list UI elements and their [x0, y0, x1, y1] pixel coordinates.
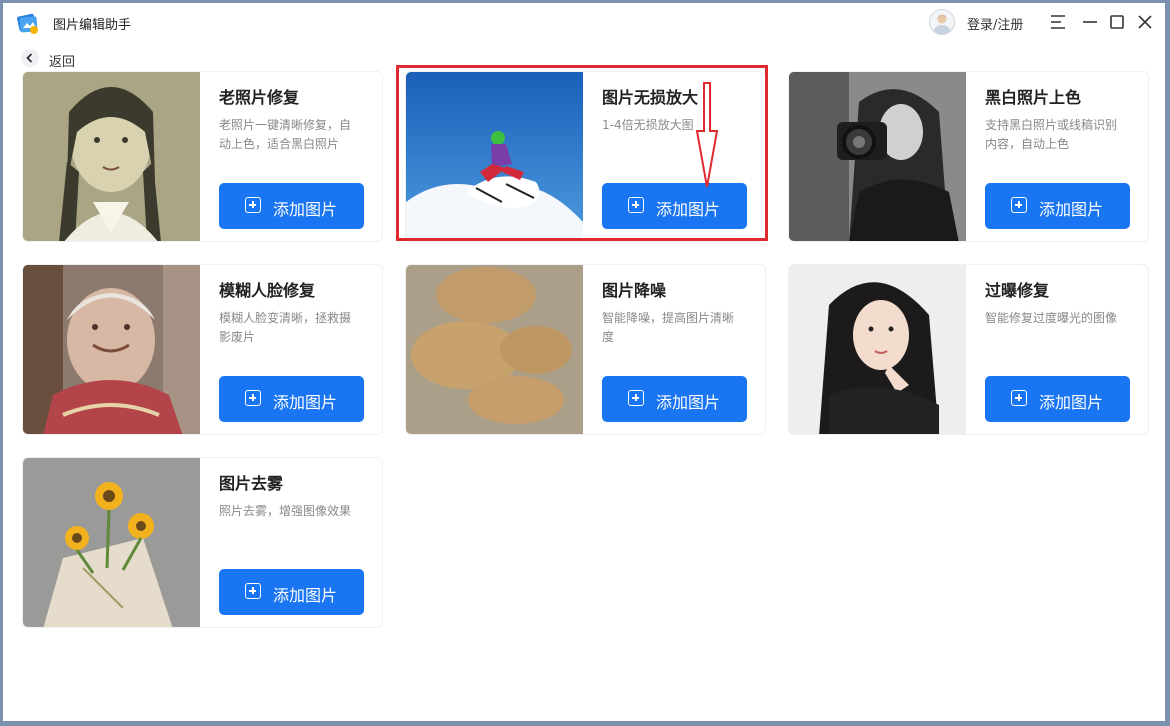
card-overexposure-repair: 过曝修复 智能修复过度曝光的图像 添加图片: [788, 264, 1149, 435]
card-bw-colorize: 黑白照片上色 支持黑白照片或线稿识别内容，自动上色 添加图片: [788, 71, 1149, 242]
back-label: 返回: [49, 55, 76, 70]
plus-square-icon: [1011, 197, 1027, 213]
app-logo-icon: [15, 10, 41, 36]
add-image-button[interactable]: 添加图片: [219, 376, 364, 422]
chevron-left-icon: [21, 49, 39, 67]
add-image-button[interactable]: 添加图片: [602, 376, 747, 422]
plus-square-icon: [1011, 390, 1027, 406]
card-description: 模糊人脸变清晰，拯救摄影废片: [219, 311, 352, 344]
card-title: 过曝修复: [985, 281, 1050, 300]
card-old-photo-repair: 老照片修复 老照片一键清晰修复，自动上色，适合黑白照片 添加图片: [22, 71, 383, 242]
sunflower-thumbnail: [23, 458, 200, 627]
add-image-button[interactable]: 添加图片: [219, 569, 364, 615]
plus-square-icon: [245, 197, 261, 213]
add-image-label: 添加图片: [1039, 395, 1104, 412]
app-title: 图片编辑助手: [53, 18, 132, 33]
minimize-icon[interactable]: [1079, 11, 1101, 33]
add-image-button[interactable]: 添加图片: [219, 183, 364, 229]
old-photo-thumbnail: [23, 72, 200, 241]
woman-portrait-thumbnail: [789, 265, 966, 434]
plus-square-icon: [628, 197, 644, 213]
add-image-button[interactable]: 添加图片: [985, 183, 1130, 229]
add-image-button[interactable]: 添加图片: [602, 183, 747, 229]
card-title: 老照片修复: [219, 88, 300, 107]
add-image-label: 添加图片: [273, 395, 338, 412]
skier-thumbnail: [406, 72, 583, 241]
card-title: 图片去雾: [219, 474, 284, 493]
photographer-thumbnail: [789, 72, 966, 241]
card-description: 智能降噪，提高图片清晰度: [602, 311, 735, 344]
old-woman-thumbnail: [23, 265, 200, 434]
maximize-icon[interactable]: [1106, 11, 1128, 33]
plus-square-icon: [245, 390, 261, 406]
title-bar: 图片编辑助手 登录/注册: [3, 3, 1165, 41]
app-window: 图片编辑助手 登录/注册 返回 老照片修复 老照片一键清晰修复，自动上色，适合黑…: [3, 3, 1165, 721]
card-lossless-upscale: 图片无损放大 1-4倍无损放大图 添加图片: [405, 71, 766, 242]
card-description: 老照片一键清晰修复，自动上色，适合黑白照片: [219, 118, 352, 151]
card-description: 智能修复过度曝光的图像: [985, 311, 1118, 325]
card-title: 模糊人脸修复: [219, 281, 316, 300]
card-blurry-face-repair: 模糊人脸修复 模糊人脸变清晰，拯救摄影废片 添加图片: [22, 264, 383, 435]
card-denoise: 图片降噪 智能降噪，提高图片清晰度 添加图片: [405, 264, 766, 435]
add-image-label: 添加图片: [656, 395, 721, 412]
menu-icon[interactable]: [1047, 11, 1069, 33]
card-description: 支持黑白照片或线稿识别内容，自动上色: [985, 118, 1118, 151]
card-description: 照片去雾，增强图像效果: [219, 504, 352, 518]
noisy-bread-thumbnail: [406, 265, 583, 434]
add-image-label: 添加图片: [656, 202, 721, 219]
plus-square-icon: [245, 583, 261, 599]
add-image-button[interactable]: 添加图片: [985, 376, 1130, 422]
close-icon[interactable]: [1134, 11, 1156, 33]
add-image-label: 添加图片: [1039, 202, 1104, 219]
card-title: 黑白照片上色: [985, 88, 1082, 107]
user-avatar-icon[interactable]: [929, 9, 955, 35]
plus-square-icon: [628, 390, 644, 406]
card-description: 1-4倍无损放大图: [602, 118, 694, 132]
card-title: 图片降噪: [602, 281, 667, 300]
login-register-link[interactable]: 登录/注册: [967, 14, 1023, 33]
add-image-label: 添加图片: [273, 202, 338, 219]
card-title: 图片无损放大: [602, 88, 699, 107]
add-image-label: 添加图片: [273, 588, 338, 605]
card-dehaze: 图片去雾 照片去雾，增强图像效果 添加图片: [22, 457, 383, 628]
